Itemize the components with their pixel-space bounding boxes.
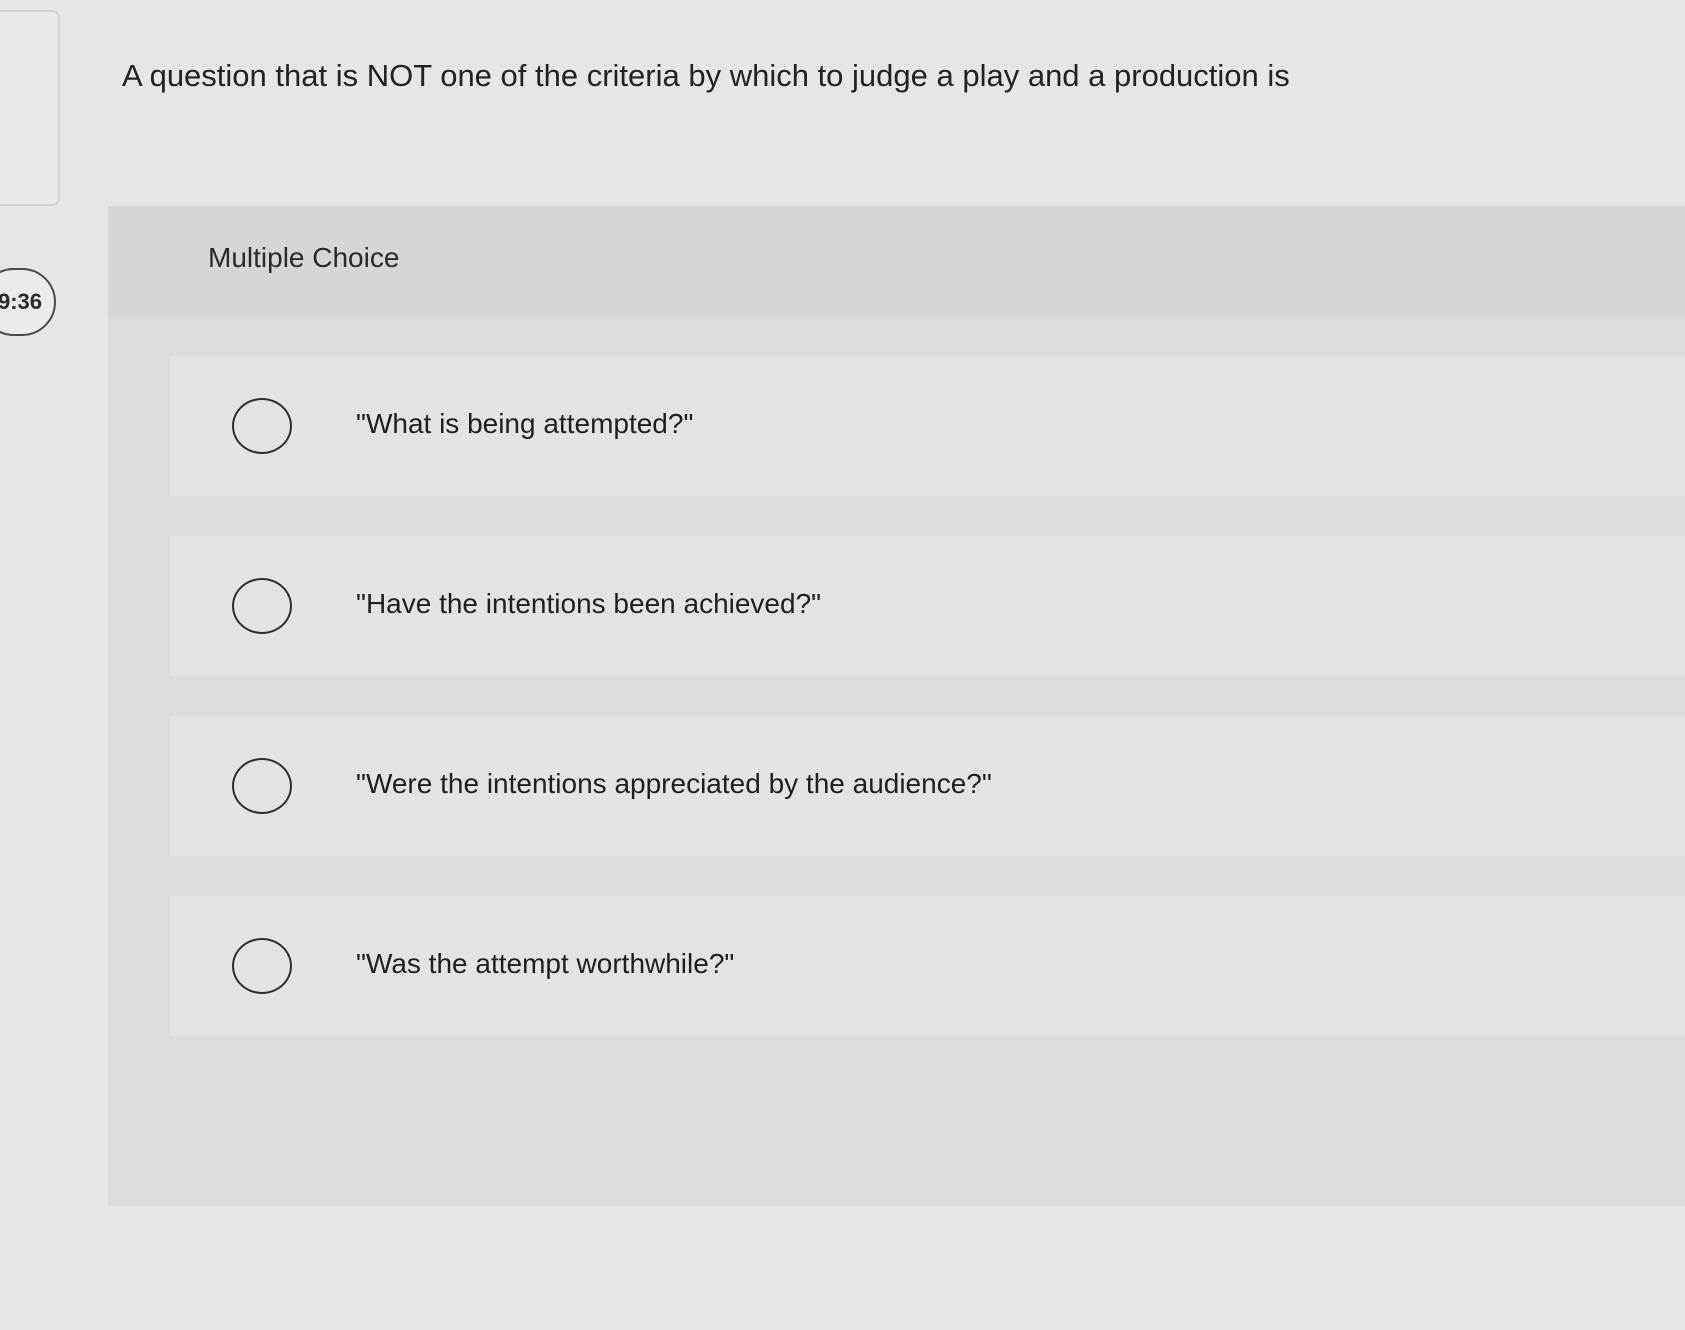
option-4[interactable]: "Was the attempt worthwhile?" — [170, 896, 1685, 1036]
option-label: "Were the intentions appreciated by the … — [356, 768, 992, 799]
timer-badge: 9:36 — [0, 268, 56, 336]
question-prompt: A question that is NOT one of the criter… — [122, 58, 1290, 93]
option-1[interactable]: "What is being attempted?" — [170, 356, 1685, 496]
option-2[interactable]: "Have the intentions been achieved?" — [170, 536, 1685, 676]
option-list: "What is being attempted?" "Have the int… — [108, 206, 1685, 1206]
option-label: "What is being attempted?" — [356, 408, 694, 439]
radio-button-option-3[interactable] — [232, 758, 292, 814]
option-3[interactable]: "Were the intentions appreciated by the … — [170, 716, 1685, 856]
option-label: "Have the intentions been achieved?" — [356, 588, 822, 619]
answer-panel: Multiple Choice "What is being attempted… — [108, 206, 1685, 1206]
option-label: "Was the attempt worthwhile?" — [356, 948, 735, 979]
timer-text: 9:36 — [0, 289, 42, 314]
radio-button-option-1[interactable] — [232, 398, 292, 454]
radio-button-option-2[interactable] — [232, 578, 292, 634]
radio-button-option-4[interactable] — [232, 938, 292, 994]
previous-question-card — [0, 10, 60, 206]
